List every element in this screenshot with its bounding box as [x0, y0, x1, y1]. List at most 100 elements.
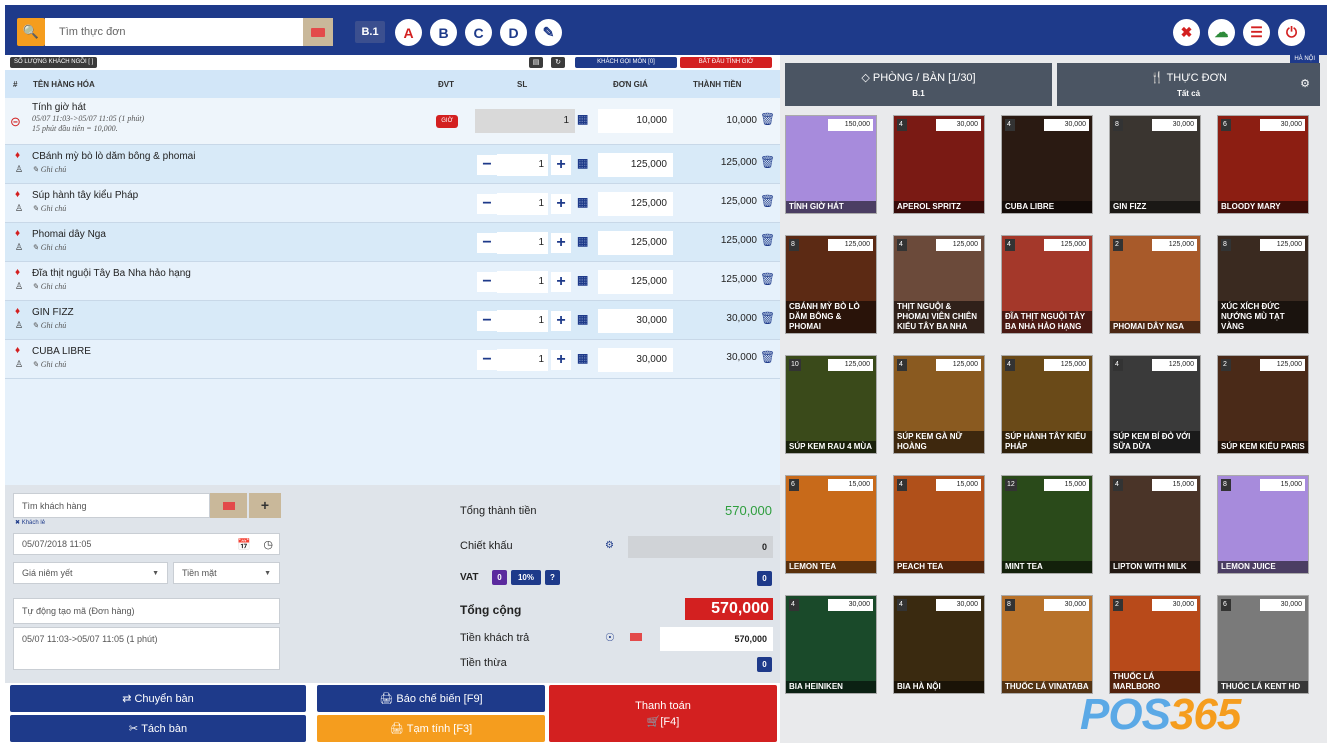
delete-icon[interactable]: 🗑: [760, 233, 775, 247]
keyboard-icon[interactable]: [630, 633, 642, 641]
stop-timer-icon[interactable]: ⊝: [10, 114, 21, 130]
split-icon[interactable]: ▦: [577, 195, 588, 209]
bell-icon[interactable]: ♦: [15, 267, 20, 278]
product-tile[interactable]: 8 30,000 GIN FIZZ: [1109, 115, 1201, 214]
increase-qty-button[interactable]: +: [551, 194, 571, 214]
item-note[interactable]: ✎ Ghi chú: [32, 282, 66, 291]
keyboard-icon[interactable]: [210, 493, 247, 518]
item-note[interactable]: ✎ Ghi chú: [32, 243, 66, 252]
product-tile[interactable]: 2 30,000 THUỐC LÁ MARLBORO: [1109, 595, 1201, 694]
product-tile[interactable]: 4 15,000 PEACH TEA: [893, 475, 985, 574]
delete-icon[interactable]: 🗑: [760, 155, 775, 169]
product-tile[interactable]: 4 125,000 ĐĨA THỊT NGUỘI TÂY BA NHA HẢO HẠ…: [1001, 235, 1093, 334]
clock-icon[interactable]: ◷: [263, 538, 273, 551]
menu-tab[interactable]: 🍴 THỰC ĐƠN Tất cả ⚙: [1057, 63, 1320, 106]
customer-search-input[interactable]: Tìm khách hàng: [13, 493, 210, 518]
print-icon[interactable]: ▤: [529, 57, 543, 68]
product-tile[interactable]: 4 125,000 SÚP KEM GÀ NỮ HOÀNG: [893, 355, 985, 454]
product-tile[interactable]: 4 30,000 BIA HÀ NỘI: [893, 595, 985, 694]
area-button-d[interactable]: D: [500, 19, 527, 46]
item-note[interactable]: ✎ Ghi chú: [32, 204, 66, 213]
product-tile[interactable]: 4 30,000 BIA HEINIKEN: [785, 595, 877, 694]
guest-count-button[interactable]: SỐ LƯỢNG KHÁCH NGỒI [ ]: [10, 57, 98, 68]
power-icon[interactable]: ⏻: [1278, 19, 1305, 46]
delete-icon[interactable]: 🗑: [760, 350, 775, 364]
split-icon[interactable]: ▦: [577, 156, 588, 170]
product-tile[interactable]: 6 30,000 BLOODY MARY: [1217, 115, 1309, 214]
settings-icon[interactable]: ⚙: [1300, 77, 1310, 90]
pay-button[interactable]: Thanh toán 🛒[F4]: [549, 685, 777, 742]
order-row[interactable]: ♦ ♙ Phomai dây Nga ✎ Ghi chú −1 + ▦ 125,000 125,…: [5, 223, 780, 262]
discount-settings-icon[interactable]: ⚙: [605, 540, 614, 551]
split-icon[interactable]: ▦: [577, 234, 588, 248]
order-row[interactable]: ♦ ♙ Súp hành tây kiểu Pháp ✎ Ghi chú −1 + ▦ 125…: [5, 184, 780, 223]
calendar-icon[interactable]: 📅: [237, 538, 251, 551]
split-icon[interactable]: ▦: [577, 312, 588, 326]
product-tile[interactable]: 4 125,000 SÚP HÀNH TÂY KIỂU PHÁP: [1001, 355, 1093, 454]
area-button-b[interactable]: B: [430, 19, 457, 46]
product-tile[interactable]: 8 125,000 CBÁNH MỲ BÒ LÒ DĂM BÔNG & PHOMAI: [785, 235, 877, 334]
product-tile[interactable]: 6 30,000 THUỐC LÁ KENT HD: [1217, 595, 1309, 694]
split-icon[interactable]: ▦: [577, 351, 588, 365]
unit-price[interactable]: 30,000: [598, 309, 673, 333]
order-row[interactable]: ♦ ♙ CUBA LIBRE ✎ Ghi chú −1 + ▦ 30,000 30,000 🗑: [5, 340, 780, 379]
provisional-bill-button[interactable]: 🖨 Tạm tính [F3]: [317, 715, 545, 742]
qty-input[interactable]: 1: [497, 310, 548, 332]
edit-icon[interactable]: ✎: [535, 19, 562, 46]
start-timer-button[interactable]: BẮT ĐẦU TÍNH GIỜ: [680, 57, 772, 68]
qty-input[interactable]: 1: [497, 193, 548, 215]
decrease-qty-button[interactable]: −: [477, 272, 497, 292]
price-list-select[interactable]: Giá niêm yết ▼: [13, 562, 168, 584]
order-row[interactable]: ♦ ♙ Đĩa thịt nguội Tây Ba Nha hảo hạng ✎ Gh…: [5, 262, 780, 301]
product-tile[interactable]: 150,000 TÍNH GIỜ HÁT: [785, 115, 877, 214]
product-tile[interactable]: 4 30,000 CUBA LIBRE: [1001, 115, 1093, 214]
rooms-tab[interactable]: ◇ PHÒNG / BÀN [1/30] B.1: [785, 63, 1052, 106]
delete-icon[interactable]: 🗑: [760, 272, 775, 286]
transfer-table-button[interactable]: ⇄ Chuyển bàn: [10, 685, 306, 712]
product-tile[interactable]: 2 125,000 SÚP KEM KIỂU PARIS: [1217, 355, 1309, 454]
area-button-a[interactable]: A: [395, 19, 422, 46]
customer-order-button[interactable]: KHÁCH GỌI MÓN [0]: [575, 57, 677, 68]
order-row[interactable]: ⊝ Tính giờ hát 05/07 11:03->05/07 11:05 …: [5, 98, 780, 145]
payment-detail-icon[interactable]: ☉: [605, 631, 615, 644]
product-tile[interactable]: 12 15,000 MINT TEA: [1001, 475, 1093, 574]
person-icon[interactable]: ♙: [15, 242, 23, 253]
refresh-icon[interactable]: ↻: [551, 57, 565, 68]
discount-input[interactable]: 0: [628, 536, 773, 558]
qty-input[interactable]: 1: [497, 154, 548, 176]
product-tile[interactable]: 8 125,000 XÚC XÍCH ĐỨC NƯỚNG MÙ TẠT VÀNG: [1217, 235, 1309, 334]
product-tile[interactable]: 8 15,000 LEMON JUICE: [1217, 475, 1309, 574]
decrease-qty-button[interactable]: −: [477, 350, 497, 370]
decrease-qty-button[interactable]: −: [477, 311, 497, 331]
vat-rate-button[interactable]: 10%: [511, 570, 541, 585]
product-tile[interactable]: 4 30,000 APEROL SPRITZ: [893, 115, 985, 214]
split-icon[interactable]: ▦: [577, 273, 588, 287]
decrease-qty-button[interactable]: −: [477, 155, 497, 175]
vat-help-button[interactable]: ?: [545, 570, 560, 585]
item-note[interactable]: ✎ Ghi chú: [32, 321, 66, 330]
split-icon[interactable]: ▦: [577, 112, 588, 126]
increase-qty-button[interactable]: +: [551, 350, 571, 370]
person-icon[interactable]: ♙: [15, 164, 23, 175]
datetime-field[interactable]: 05/07/2018 11:05 📅 ◷: [13, 533, 280, 555]
area-button-c[interactable]: C: [465, 19, 492, 46]
qty-input[interactable]: 1: [497, 349, 548, 371]
search-icon[interactable]: 🔍: [17, 18, 45, 46]
keyboard-icon[interactable]: [303, 18, 333, 46]
qty-input[interactable]: 1: [497, 232, 548, 254]
unit-price[interactable]: 125,000: [598, 231, 673, 255]
unit-price[interactable]: 125,000: [598, 192, 673, 216]
bell-icon[interactable]: ♦: [15, 150, 20, 161]
unit-price[interactable]: 125,000: [598, 153, 673, 177]
product-tile[interactable]: 2 125,000 PHOMAI DÂY NGA: [1109, 235, 1201, 334]
increase-qty-button[interactable]: +: [551, 155, 571, 175]
item-note[interactable]: ✎ Ghi chú: [32, 165, 66, 174]
bell-icon[interactable]: ♦: [15, 189, 20, 200]
list-menu-icon[interactable]: ☰: [1243, 19, 1270, 46]
order-note-textarea[interactable]: 05/07 11:03->05/07 11:05 (1 phút): [13, 627, 280, 670]
person-icon[interactable]: ♙: [15, 320, 23, 331]
add-customer-button[interactable]: +: [249, 493, 281, 518]
unit-price[interactable]: 30,000: [598, 348, 673, 372]
delete-icon[interactable]: 🗑: [760, 112, 775, 126]
increase-qty-button[interactable]: +: [551, 311, 571, 331]
